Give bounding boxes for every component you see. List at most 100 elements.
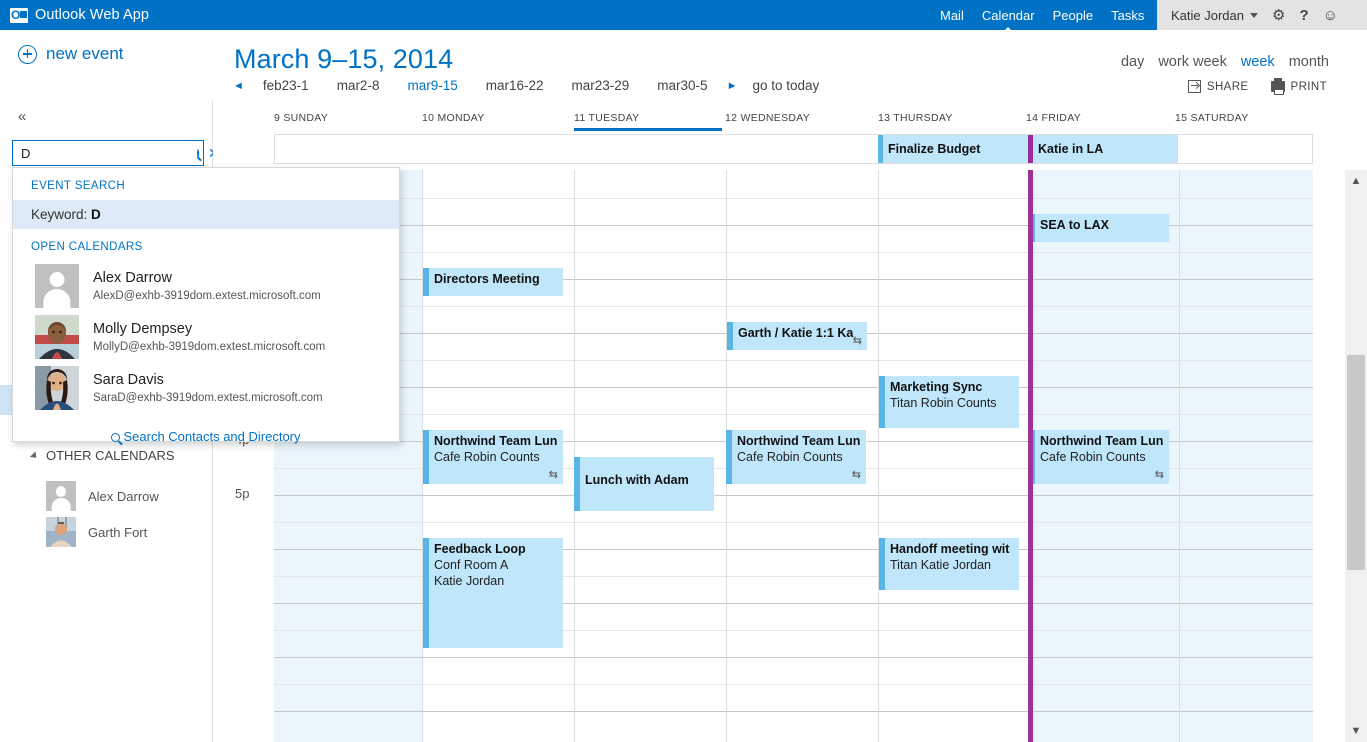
page-title: March 9–15, 2014 (234, 44, 453, 75)
event-title: SEA to LAX (1040, 217, 1163, 233)
print-button[interactable]: PRINT (1271, 80, 1328, 93)
contact-name: Sara Davis (93, 371, 323, 390)
event-sea-to-lax[interactable]: SEA to LAX (1029, 214, 1169, 242)
scrollbar-thumb[interactable] (1347, 355, 1365, 570)
week-option-4[interactable]: mar23-29 (558, 78, 644, 93)
printer-icon (1271, 81, 1285, 92)
week-option-0[interactable]: feb23-1 (249, 78, 323, 93)
gear-icon[interactable]: ⚙ (1272, 8, 1285, 23)
hour-label-5p: 5p (235, 486, 249, 501)
other-calendars-header[interactable]: OTHER CALENDARS (32, 448, 175, 463)
week-navigator: ◄ feb23-1 mar2-8 mar9-15 mar16-22 mar23-… (228, 78, 819, 93)
all-day-event-katie-in-la[interactable]: Katie in LA (1028, 135, 1178, 163)
week-option-5[interactable]: mar30-5 (643, 78, 721, 93)
event-subtitle: Conf Room A (434, 557, 557, 573)
event-color-bar (879, 538, 885, 590)
next-week-arrow[interactable]: ► (722, 80, 743, 92)
week-option-2[interactable]: mar9-15 (393, 78, 471, 93)
nav-link-tasks[interactable]: Tasks (1111, 8, 1144, 23)
calendar-vertical-scrollbar[interactable]: ▲ ▼ (1345, 170, 1367, 742)
day-header-monday[interactable]: 10 MONDAY (422, 112, 485, 124)
event-title: Finalize Budget (888, 142, 980, 156)
event-feedback-loop[interactable]: Feedback Loop Conf Room A Katie Jordan (423, 538, 563, 648)
event-handoff-meeting[interactable]: Handoff meeting wit Titan Katie Jordan (879, 538, 1019, 590)
sidebar-calendar-label: Alex Darrow (88, 489, 159, 504)
app-title: Outlook Web App (35, 7, 149, 23)
event-color-bar (879, 376, 885, 428)
user-name[interactable]: Katie Jordan (1171, 8, 1244, 23)
event-color-bar (1028, 135, 1033, 163)
plus-circle-icon (18, 45, 37, 64)
event-title: Directors Meeting (434, 271, 557, 287)
nav-link-mail[interactable]: Mail (940, 8, 964, 23)
day-header-wednesday[interactable]: 12 WEDNESDAY (725, 112, 810, 124)
event-color-bar (423, 538, 429, 648)
event-northwind-team-lunch-friday[interactable]: Northwind Team Lun Cafe Robin Counts ⇆ (1029, 430, 1169, 484)
week-option-1[interactable]: mar2-8 (323, 78, 394, 93)
all-day-event-finalize-budget[interactable]: Finalize Budget (878, 135, 1028, 163)
view-mode-week[interactable]: week (1241, 54, 1275, 70)
day-header-friday[interactable]: 14 FRIDAY (1026, 112, 1081, 124)
nav-link-calendar[interactable]: Calendar (982, 8, 1035, 23)
keyword-suggestion-item[interactable]: Keyword: D (13, 200, 399, 229)
event-marketing-sync[interactable]: Marketing Sync Titan Robin Counts (879, 376, 1019, 428)
sidebar-calendar-garth-fort[interactable]: Garth Fort (46, 517, 147, 547)
week-option-3[interactable]: mar16-22 (472, 78, 558, 93)
view-mode-month[interactable]: month (1289, 54, 1329, 70)
event-title: Garth / Katie 1:1 Ka (738, 325, 861, 341)
chevron-down-icon[interactable] (1250, 13, 1258, 18)
recurrence-icon: ⇆ (853, 334, 862, 347)
search-input[interactable] (18, 146, 197, 161)
share-label: SHARE (1207, 81, 1249, 93)
chevron-down-icon[interactable]: ▼ (1345, 720, 1367, 742)
event-lunch-with-adam[interactable]: Lunch with Adam (574, 457, 714, 511)
event-search-section-label: EVENT SEARCH (13, 168, 399, 200)
photo-avatar (35, 366, 79, 410)
event-northwind-team-lunch-monday[interactable]: Northwind Team Lun Cafe Robin Counts ⇆ (423, 430, 563, 484)
event-directors-meeting[interactable]: Directors Meeting (423, 268, 563, 296)
outlook-logo-icon (10, 8, 28, 23)
prev-week-arrow[interactable]: ◄ (228, 80, 249, 92)
contact-email: AlexD@exhb-3919dom.extest.microsoft.com (93, 288, 321, 304)
smiley-face-icon[interactable]: ☺ (1323, 8, 1338, 23)
question-mark-icon[interactable]: ? (1299, 8, 1308, 23)
event-color-bar (726, 430, 732, 484)
recurrence-icon: ⇆ (549, 468, 558, 481)
search-contacts-directory-link[interactable]: Search Contacts and Directory (13, 414, 399, 444)
sidebar-calendar-label: Garth Fort (88, 525, 147, 540)
magnifier-icon[interactable] (197, 149, 199, 158)
day-header-tuesday[interactable]: 11 TUESDAY (574, 112, 639, 124)
contact-suggestion-alex-darrow[interactable]: Alex Darrow AlexD@exhb-3919dom.extest.mi… (13, 261, 399, 312)
open-calendars-section-label: OPEN CALENDARS (13, 229, 399, 261)
chevron-up-icon[interactable]: ▲ (1345, 170, 1367, 192)
sidebar-calendar-alex-darrow[interactable]: Alex Darrow (46, 481, 159, 511)
event-northwind-team-lunch-wednesday[interactable]: Northwind Team Lun Cafe Robin Counts ⇆ (726, 430, 866, 484)
keyword-prefix: Keyword: (31, 207, 91, 222)
event-color-bar (727, 322, 733, 350)
share-icon (1188, 80, 1201, 93)
day-header-sunday[interactable]: 9 SUNDAY (274, 112, 328, 124)
contact-suggestion-sara-davis[interactable]: Sara Davis SaraD@exhb-3919dom.extest.mic… (13, 363, 399, 414)
event-garth-katie-1-1[interactable]: Garth / Katie 1:1 Ka ⇆ (727, 322, 867, 350)
new-event-button[interactable]: new event (18, 44, 124, 64)
current-day-indicator (1028, 170, 1033, 742)
sidebar-highlight-sliver (0, 385, 12, 415)
contact-suggestion-molly-dempsey[interactable]: Molly Dempsey MollyD@exhb-3919dom.extest… (13, 312, 399, 363)
collapse-sidebar-button[interactable]: « (18, 108, 26, 125)
go-to-today-button[interactable]: go to today (742, 78, 819, 93)
view-mode-day[interactable]: day (1121, 54, 1144, 70)
day-header-thursday[interactable]: 13 THURSDAY (878, 112, 953, 124)
view-mode-work-week[interactable]: work week (1158, 54, 1227, 70)
new-event-label: new event (46, 44, 124, 64)
magnifier-icon (111, 433, 120, 442)
event-title: Northwind Team Lun (737, 433, 860, 449)
triangle-collapse-icon (30, 451, 39, 460)
day-header-saturday[interactable]: 15 SATURDAY (1175, 112, 1249, 124)
event-subtitle: Cafe Robin Counts (737, 449, 860, 465)
event-subtitle: Titan Katie Jordan (890, 557, 1013, 573)
event-color-bar (878, 135, 883, 163)
share-button[interactable]: SHARE (1188, 80, 1249, 93)
photo-avatar (46, 517, 76, 547)
search-box: ✕ (12, 140, 204, 166)
nav-link-people[interactable]: People (1053, 8, 1093, 23)
